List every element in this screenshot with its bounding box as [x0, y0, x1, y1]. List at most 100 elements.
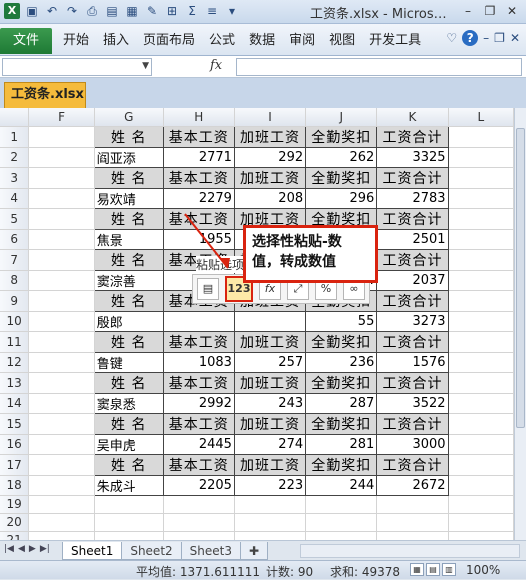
header-cell[interactable]: 基本工资: [162, 166, 235, 189]
cell[interactable]: [448, 352, 514, 373]
row-header[interactable]: 1: [0, 126, 30, 148]
paste-icon[interactable]: ▤: [197, 278, 219, 300]
print-preview-icon[interactable]: ⎙: [84, 3, 100, 19]
header-cell[interactable]: 全勤奖扣: [305, 330, 378, 353]
cell[interactable]: [448, 434, 514, 455]
save-icon[interactable]: ▣: [24, 3, 40, 19]
value-cell[interactable]: 292: [233, 146, 307, 168]
page-layout-view-icon[interactable]: ▤: [426, 563, 440, 576]
cell[interactable]: [28, 372, 95, 394]
cell[interactable]: [448, 270, 514, 291]
value-cell[interactable]: 296: [305, 187, 378, 209]
cell[interactable]: [94, 531, 164, 540]
value-cell[interactable]: 2672: [376, 474, 449, 496]
cell[interactable]: [28, 229, 95, 250]
borders-icon[interactable]: ⊞: [164, 3, 180, 19]
row-header[interactable]: 7: [0, 249, 30, 271]
value-cell[interactable]: 2445: [162, 433, 235, 455]
employee-name-cell[interactable]: 殷郎: [93, 310, 164, 332]
header-cell[interactable]: 基本工资: [162, 125, 235, 148]
cell[interactable]: [448, 331, 514, 353]
value-cell[interactable]: [162, 310, 235, 332]
column-header[interactable]: L: [448, 108, 514, 127]
page-break-view-icon[interactable]: ▥: [442, 563, 456, 576]
last-sheet-icon[interactable]: ▶|: [40, 544, 50, 554]
help-icon[interactable]: ?: [462, 30, 479, 46]
header-cell[interactable]: 加班工资: [233, 371, 307, 394]
employee-name-cell[interactable]: 易欢靖: [93, 187, 164, 209]
minimize-icon[interactable]: –: [458, 2, 478, 20]
row-header[interactable]: 17: [0, 454, 30, 476]
horizontal-scrollbar[interactable]: [300, 544, 520, 558]
row-header[interactable]: 12: [0, 352, 30, 373]
row-header[interactable]: 4: [0, 188, 30, 209]
formula-input[interactable]: [236, 58, 522, 76]
vertical-scrollbar[interactable]: [514, 108, 526, 540]
row-header[interactable]: 6: [0, 229, 30, 250]
align-icon[interactable]: ≡: [204, 3, 220, 19]
header-cell[interactable]: 姓 名: [93, 125, 164, 148]
undo-icon[interactable]: ↶: [44, 3, 60, 19]
worksheet-grid[interactable]: FGHIJKL1姓 名基本工资 加班工资 全勤奖扣 工资合计 2 阎亚添 2771 292 26…: [0, 108, 514, 540]
cell[interactable]: [305, 531, 378, 540]
row-header[interactable]: 18: [0, 475, 30, 496]
header-cell[interactable]: 工资合计: [376, 248, 449, 271]
row-header[interactable]: 8: [0, 270, 30, 291]
chevron-down-icon[interactable]: ▼: [142, 61, 149, 71]
cell[interactable]: [28, 208, 95, 230]
cell[interactable]: [305, 495, 378, 514]
cell[interactable]: [28, 270, 95, 291]
cell[interactable]: [448, 249, 514, 271]
close-icon[interactable]: ✕: [502, 2, 522, 20]
header-cell[interactable]: 工资合计: [376, 125, 449, 148]
cell[interactable]: [448, 475, 514, 496]
cell[interactable]: [448, 229, 514, 250]
document-tab[interactable]: 工资条.xlsx: [4, 82, 86, 108]
sheet-tab-3[interactable]: Sheet3: [180, 542, 241, 560]
cell[interactable]: [28, 434, 95, 455]
redo-icon[interactable]: ↷: [64, 3, 80, 19]
row-header[interactable]: 13: [0, 372, 30, 394]
value-cell[interactable]: [233, 310, 307, 332]
tab-formulas[interactable]: 公式: [202, 28, 242, 54]
cell[interactable]: [94, 513, 164, 532]
header-cell[interactable]: 加班工资: [233, 412, 307, 435]
cell[interactable]: [28, 513, 95, 532]
row-header[interactable]: 19: [0, 495, 30, 514]
tab-review[interactable]: 审阅: [282, 28, 322, 54]
header-cell[interactable]: 基本工资: [162, 453, 235, 476]
value-cell[interactable]: 2037: [376, 269, 449, 291]
header-cell[interactable]: 基本工资: [162, 371, 235, 394]
value-cell[interactable]: 3000: [376, 433, 449, 455]
row-header[interactable]: 15: [0, 413, 30, 435]
cell[interactable]: [28, 454, 95, 476]
row-header[interactable]: 16: [0, 434, 30, 455]
value-cell[interactable]: 2501: [376, 228, 449, 250]
header-cell[interactable]: 工资合计: [376, 453, 449, 476]
cell[interactable]: [448, 208, 514, 230]
autosum-icon[interactable]: Σ: [184, 3, 200, 19]
cell[interactable]: [28, 311, 95, 332]
value-cell[interactable]: 1576: [376, 351, 449, 373]
row-header[interactable]: 21: [0, 531, 30, 540]
cell[interactable]: [94, 495, 164, 514]
employee-name-cell[interactable]: 朱成斗: [93, 474, 164, 496]
header-cell[interactable]: 工资合计: [376, 207, 449, 230]
name-box[interactable]: ▼: [2, 58, 152, 76]
header-cell[interactable]: 全勤奖扣: [305, 412, 378, 435]
header-cell[interactable]: 姓 名: [93, 412, 164, 435]
cell[interactable]: [376, 531, 449, 540]
cell[interactable]: [448, 188, 514, 209]
row-header[interactable]: 14: [0, 393, 30, 414]
tab-home[interactable]: 开始: [56, 28, 96, 54]
value-cell[interactable]: 274: [233, 433, 307, 455]
row-header[interactable]: 3: [0, 167, 30, 189]
cell[interactable]: [163, 495, 235, 514]
cell[interactable]: [376, 495, 449, 514]
cell[interactable]: [28, 167, 95, 189]
column-header[interactable]: J: [305, 108, 378, 127]
value-cell[interactable]: 3273: [376, 310, 449, 332]
cell[interactable]: [448, 167, 514, 189]
paste-values-icon[interactable]: ▦: [124, 3, 140, 19]
select-all-corner[interactable]: [0, 108, 30, 127]
